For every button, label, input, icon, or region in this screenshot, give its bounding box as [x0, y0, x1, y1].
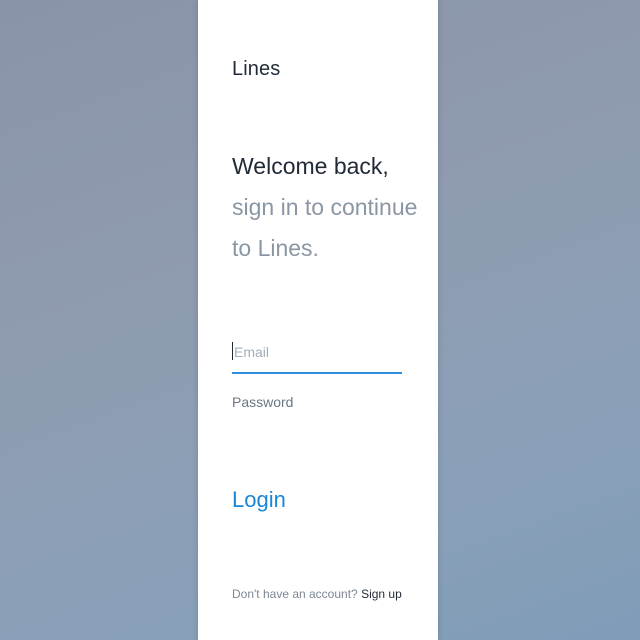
app-brand: Lines: [232, 58, 281, 80]
password-field[interactable]: Password: [232, 390, 402, 420]
signup-link[interactable]: Sign up: [361, 587, 402, 601]
signup-prompt-text: Don't have an account?: [232, 587, 358, 601]
text-caret: [232, 342, 233, 360]
password-label: Password: [232, 394, 294, 410]
signup-prompt: Don't have an account? Sign up: [232, 587, 402, 601]
headline-line-1: Welcome back,: [232, 153, 389, 179]
headline-line-3: to Lines.: [232, 235, 319, 261]
login-button[interactable]: Login: [232, 487, 286, 513]
login-panel: Lines Welcome back, sign in to continue …: [198, 0, 438, 640]
headline-line-2: sign in to continue: [232, 194, 418, 220]
email-field-container: [232, 334, 402, 374]
email-input[interactable]: [232, 334, 402, 368]
welcome-headline: Welcome back, sign in to continue to Lin…: [232, 146, 432, 269]
